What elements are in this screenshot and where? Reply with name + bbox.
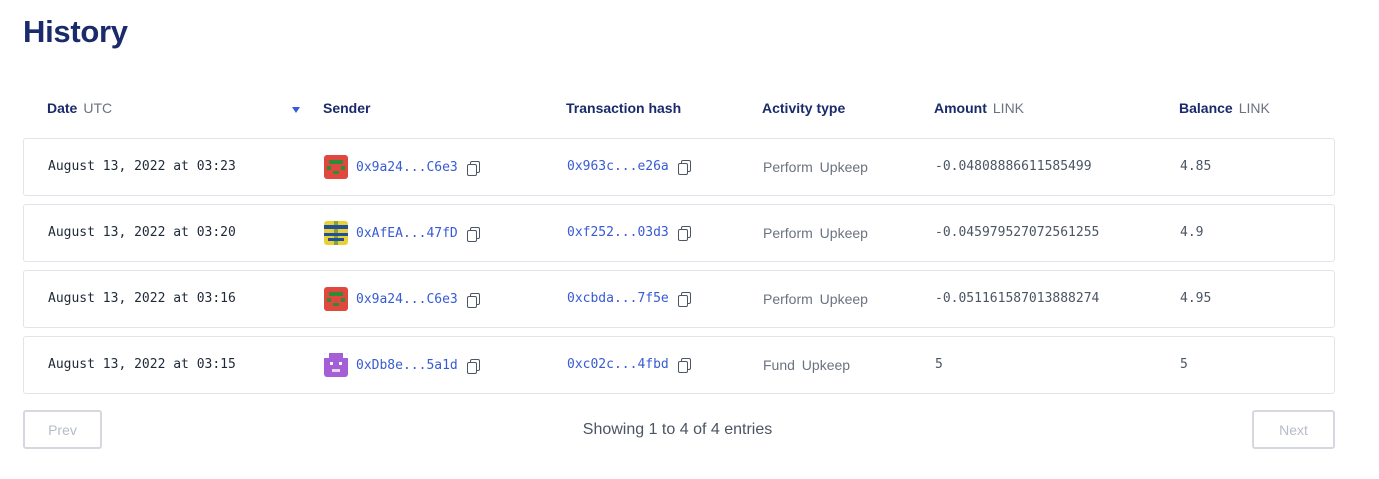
column-header-activity-type: Activity type: [762, 100, 845, 116]
table-header: Date UTC Sender Transaction hash Activity…: [23, 90, 1335, 128]
amount-value: -0.045979527072561255: [935, 225, 1100, 240]
date-cell: August 13, 2022 at 03:16: [48, 291, 236, 306]
sender-cell: 0xDb8e...5a1d: [324, 353, 480, 377]
sender-address-link[interactable]: 0x9a24...C6e3: [356, 292, 458, 307]
sort-down-icon[interactable]: [292, 107, 300, 113]
activity-type: Fund Upkeep: [763, 357, 851, 373]
avatar: [324, 287, 348, 311]
copy-icon[interactable]: [677, 160, 691, 175]
transaction-hash-link[interactable]: 0xcbda...7f5e: [567, 291, 669, 306]
copy-icon[interactable]: [677, 358, 691, 373]
column-label: Transaction hash: [566, 100, 682, 116]
sender-address-link[interactable]: 0xAfEA...47fD: [356, 226, 458, 241]
amount-value: -0.051161587013888274: [935, 291, 1100, 306]
date-cell: August 13, 2022 at 03:15: [48, 357, 236, 372]
date-cell: August 13, 2022 at 03:20: [48, 225, 236, 240]
transaction-hash-link[interactable]: 0xf252...03d3: [567, 225, 669, 240]
column-unit: LINK: [1238, 100, 1270, 116]
sender-address-link[interactable]: 0x9a24...C6e3: [356, 160, 458, 175]
page-title: History: [23, 14, 128, 49]
column-label: Activity type: [762, 100, 846, 116]
column-header-date[interactable]: Date UTC: [47, 100, 112, 116]
balance-value: 4.95: [1180, 291, 1212, 306]
activity-type: Perform Upkeep: [763, 291, 868, 307]
copy-icon[interactable]: [466, 292, 480, 308]
balance-value: 4.85: [1180, 159, 1212, 174]
column-label: Date: [47, 100, 78, 116]
copy-icon[interactable]: [466, 358, 480, 374]
table-row: August 13, 2022 at 03:15 0xDb8e...5a1d 0…: [23, 336, 1335, 394]
hash-cell: 0xcbda...7f5e: [567, 291, 691, 307]
copy-icon[interactable]: [466, 160, 480, 176]
sender-cell: 0x9a24...C6e3: [324, 155, 480, 179]
column-header-balance: Balance LINK: [1179, 100, 1270, 116]
avatar: [324, 155, 348, 179]
avatar: [324, 353, 348, 377]
avatar: [324, 221, 348, 245]
copy-icon[interactable]: [677, 292, 691, 307]
transaction-hash-link[interactable]: 0xc02c...4fbd: [567, 357, 669, 372]
sender-cell: 0x9a24...C6e3: [324, 287, 480, 311]
column-header-amount: Amount LINK: [934, 100, 1024, 116]
balance-value: 4.9: [1180, 225, 1204, 240]
pagination-summary: Showing 1 to 4 of 4 entries: [582, 421, 773, 438]
amount-value: -0.04808886611585499: [935, 159, 1092, 174]
column-unit: LINK: [992, 100, 1025, 116]
column-label: Sender: [323, 100, 371, 116]
column-header-sender: Sender: [323, 100, 370, 116]
column-header-transaction-hash: Transaction hash: [566, 100, 681, 116]
sender-cell: 0xAfEA...47fD: [324, 221, 480, 245]
table-row: August 13, 2022 at 03:20 0xAfEA...47fD 0…: [23, 204, 1335, 262]
transaction-hash-link[interactable]: 0x963c...e26a: [567, 159, 669, 174]
activity-type: Perform Upkeep: [763, 159, 868, 175]
next-button[interactable]: Next: [1252, 410, 1335, 449]
balance-value: 5: [1180, 357, 1188, 372]
date-cell: August 13, 2022 at 03:23: [48, 159, 236, 174]
hash-cell: 0xf252...03d3: [567, 225, 691, 241]
table-row: August 13, 2022 at 03:16 0x9a24...C6e3 0…: [23, 270, 1335, 328]
table-row: August 13, 2022 at 03:23 0x9a24...C6e3 0…: [23, 138, 1335, 196]
copy-icon[interactable]: [677, 226, 691, 241]
copy-icon[interactable]: [466, 226, 480, 242]
sender-address-link[interactable]: 0xDb8e...5a1d: [356, 358, 458, 373]
hash-cell: 0xc02c...4fbd: [567, 357, 691, 373]
activity-type: Perform Upkeep: [763, 225, 868, 241]
amount-value: 5: [935, 357, 943, 372]
hash-cell: 0x963c...e26a: [567, 159, 691, 175]
column-label: Balance: [1179, 100, 1233, 116]
column-label: Amount: [934, 100, 987, 116]
column-unit: UTC: [83, 100, 113, 116]
